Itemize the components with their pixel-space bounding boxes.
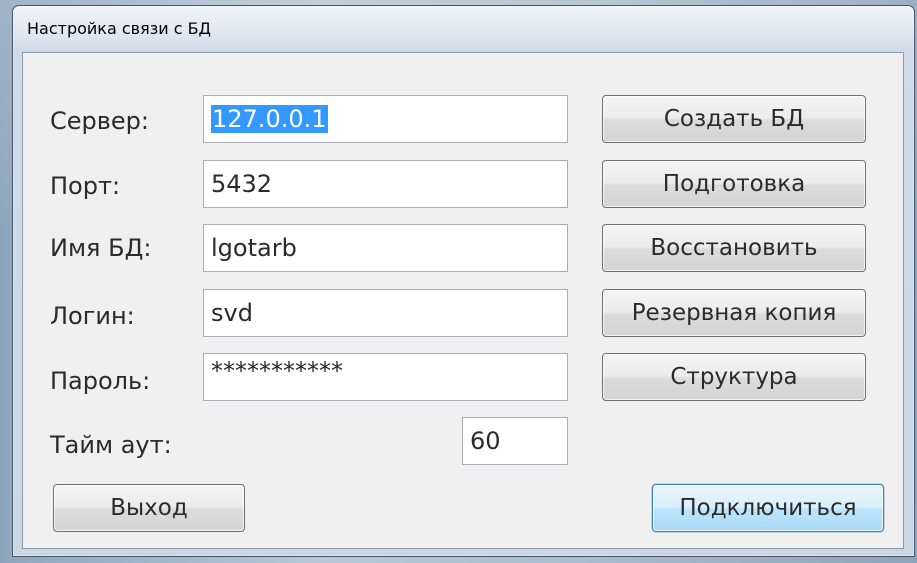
password-field[interactable]: *********** — [203, 353, 568, 401]
password-label: Пароль: — [50, 367, 151, 395]
timeout-label: Тайм аут: — [50, 431, 172, 459]
structure-button[interactable]: Структура — [602, 353, 866, 401]
prepare-button[interactable]: Подготовка — [602, 160, 866, 208]
dbname-label: Имя БД: — [50, 234, 152, 262]
port-field[interactable]: 5432 — [203, 160, 568, 208]
window-title: Настройка связи с БД — [27, 19, 212, 38]
server-label: Сервер: — [50, 107, 149, 135]
dialog-window: Настройка связи с БД Сервер: Порт: Имя Б… — [12, 5, 915, 557]
backup-button[interactable]: Резервная копия — [602, 289, 866, 337]
server-value-selected: 127.0.0.1 — [211, 105, 328, 133]
login-field[interactable]: svd — [203, 289, 568, 337]
dbname-field[interactable]: lgotarb — [203, 224, 568, 272]
exit-button[interactable]: Выход — [53, 484, 245, 532]
connect-button[interactable]: Подключиться — [652, 484, 884, 532]
timeout-field[interactable]: 60 — [462, 417, 568, 465]
login-label: Логин: — [50, 302, 135, 330]
dialog-body: Сервер: Порт: Имя БД: Логин: Пароль: Тай… — [22, 52, 904, 549]
server-field[interactable]: 127.0.0.1 — [203, 95, 568, 143]
port-label: Порт: — [50, 172, 121, 200]
restore-button[interactable]: Восстановить — [602, 224, 866, 272]
title-bar[interactable]: Настройка связи с БД — [13, 6, 914, 48]
create-db-button[interactable]: Создать БД — [602, 95, 866, 143]
